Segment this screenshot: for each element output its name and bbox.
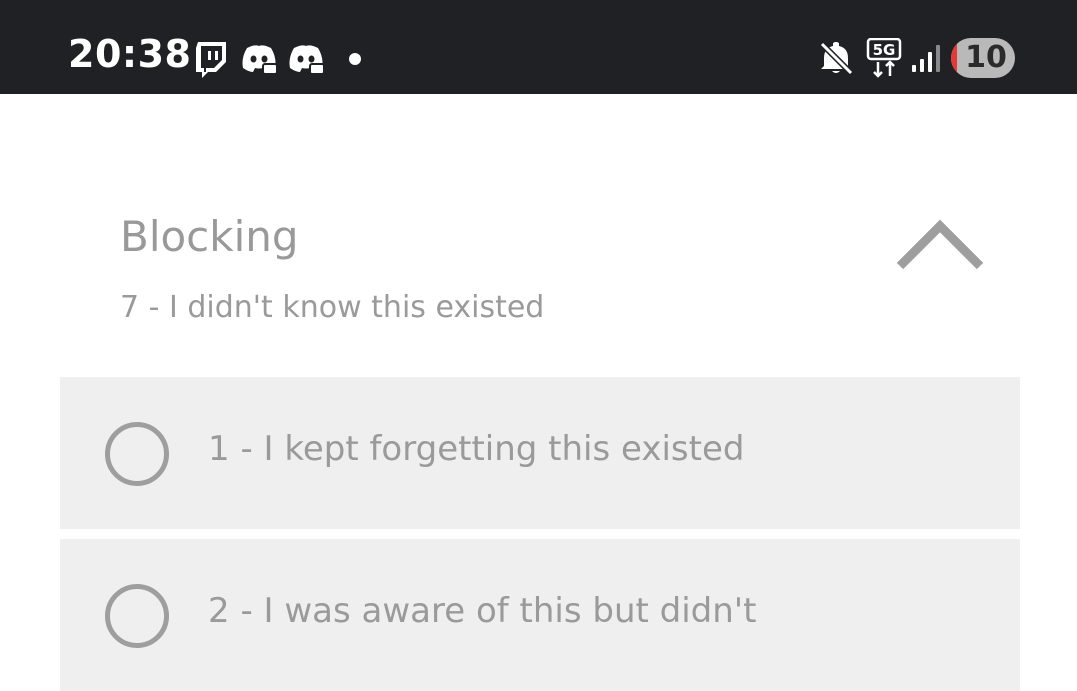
signal-icon	[910, 43, 942, 77]
notification-dot-icon	[349, 53, 361, 65]
option-2[interactable]: 2 - I was aware of this but didn't	[60, 539, 1020, 691]
option-label-1: 1 - I kept forgetting this existed	[208, 429, 745, 469]
5g-network-icon: 5G	[866, 37, 902, 82]
twitch-icon	[194, 40, 228, 82]
battery-indicator: 10	[951, 38, 1015, 78]
radio-button-2[interactable]	[105, 584, 169, 648]
discord-icon	[241, 44, 278, 80]
question-title: Blocking	[120, 212, 299, 261]
option-1[interactable]: 1 - I kept forgetting this existed	[60, 377, 1020, 529]
mute-icon	[818, 40, 854, 80]
radio-button-1[interactable]	[105, 422, 169, 486]
status-bar: 20:38 5G 10	[0, 0, 1077, 94]
discord-icon	[288, 44, 325, 80]
network-label: 5G	[873, 41, 896, 59]
chevron-up-icon	[896, 219, 984, 270]
battery-level: 10	[965, 40, 1007, 75]
clock: 20:38	[68, 32, 192, 76]
option-label-2: 2 - I was aware of this but didn't	[208, 591, 757, 631]
collapse-button[interactable]	[894, 216, 986, 276]
selected-answer: 7 - I didn't know this existed	[120, 290, 545, 325]
